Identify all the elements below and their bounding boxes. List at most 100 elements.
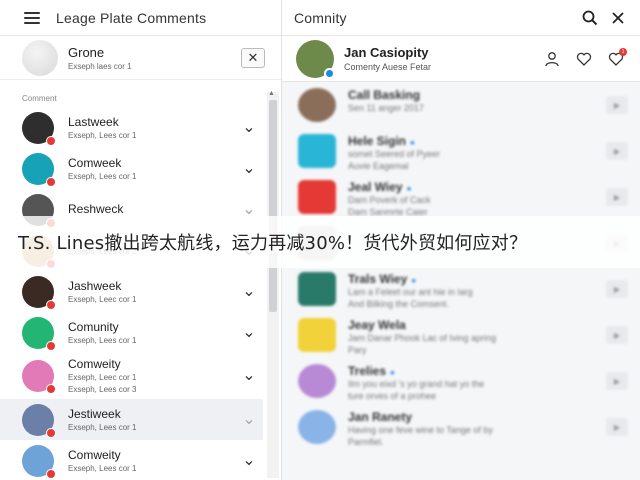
list-item-text: Comweek Exseph, Lees cor 1 <box>68 156 239 182</box>
list-item-text: Reshweck <box>68 202 239 217</box>
avatar <box>22 152 56 187</box>
list-item[interactable]: Comweity Exseph, Leec cor 1 Exseph, Lees c… <box>0 353 281 399</box>
right-topbar: Comnity <box>282 0 640 36</box>
group-header[interactable]: Grone Exseph laes cor 1 ✕ <box>0 36 281 80</box>
avatar <box>22 360 56 394</box>
verified-icon: ● <box>410 138 415 147</box>
chevron-down-icon[interactable]: ⌄ <box>239 411 259 427</box>
close-icon[interactable] <box>604 4 632 32</box>
group-subtitle: Exseph laes cor 1 <box>68 61 132 71</box>
play-button[interactable]: ▶ <box>606 142 628 160</box>
play-button[interactable]: ▶ <box>606 280 628 298</box>
list-item-text: Lastweek Exseph, Lees cor 1 <box>68 115 239 141</box>
message-preview: somet Seered of Pyeer <box>348 149 441 159</box>
play-button[interactable]: ▶ <box>606 188 628 206</box>
message-row[interactable]: Call Basking Sen 11 anger 2017 ▶ <box>282 82 640 128</box>
scrollbar[interactable]: ▲ <box>267 90 279 478</box>
list-item-subtitle: Exseph, Leec cor 1 <box>68 294 137 304</box>
message-row[interactable]: Hele Sigin ● somet Seered of Pyeer Auvie Ea… <box>282 128 640 174</box>
message-row[interactable]: Jeal Wiey ● Dam Poverk of Cack Dam Sanmrte … <box>282 174 640 220</box>
status-badge <box>46 427 56 438</box>
banner-text: T.S. Lines撤出跨太航线，运力再减30%！货代外贸如何应对？ <box>18 233 528 254</box>
list-item[interactable]: Jashweek Exseph, Leec cor 1 ⌄ <box>0 271 281 312</box>
avatar <box>22 444 56 479</box>
list-item[interactable]: Lastweek Exseph, Lees cor 1 ⌄ <box>0 107 281 148</box>
group-avatar <box>22 39 58 76</box>
chevron-down-icon[interactable]: ⌄ <box>239 368 259 384</box>
message-row[interactable]: Jan Ranety Having one feve wine to Tange … <box>282 404 640 450</box>
message-text: Trelies ● Ilm you eixd 's yo grand hat yo … <box>348 364 606 402</box>
list-item[interactable]: Jestiweek Exseph, Lees cor 1 ⌄ <box>0 399 263 440</box>
message-preview: Pary <box>348 345 367 355</box>
message-row[interactable]: Trelies ● Ilm you eixd 's yo grand hat yo … <box>282 358 640 404</box>
scroll-up-icon[interactable]: ▲ <box>268 90 275 97</box>
avatar[interactable] <box>296 39 335 79</box>
list-item-subtitle: Exseph, Lees cor 1 <box>68 463 137 473</box>
chevron-down-icon[interactable]: ⌄ <box>239 201 259 217</box>
list-item-text: Comweity Exseph, Lees cor 1 <box>68 448 239 474</box>
chevron-down-icon[interactable]: ⌄ <box>239 324 259 340</box>
group-name: Grone <box>68 44 105 60</box>
message-author-name: Trals Wiey <box>348 272 408 286</box>
status-badge <box>46 135 56 146</box>
list-item[interactable]: Comweek Exseph, Lees cor 1 ⌄ <box>0 148 281 189</box>
list-item-subtitle: Exseph, Leec cor 1 <box>68 373 137 382</box>
profile-icon[interactable] <box>538 45 566 73</box>
left-topbar: Leage Plate Comments <box>0 0 281 36</box>
list-item-text: Comweity Exseph, Leec cor 1 Exseph, Lees c… <box>68 357 239 395</box>
list-item-subtitle: Exseph, Lees cor 3 <box>68 385 137 394</box>
chevron-down-icon[interactable]: ⌄ <box>239 160 259 176</box>
scroll-thumb[interactable] <box>269 100 277 312</box>
status-badge <box>46 340 56 351</box>
message-author: Jeay Wela <box>348 318 606 332</box>
list-item-name: Comweity <box>68 447 121 462</box>
message-author-name: Hele Sigin <box>348 134 407 148</box>
message-text: Jeal Wiey ● Dam Poverk of Cack Dam Sanmrte … <box>348 180 606 218</box>
menu-icon[interactable] <box>24 11 40 24</box>
list-item[interactable]: Comunity Exseph, Lees cor 1 ⌄ <box>0 312 281 353</box>
chevron-down-icon[interactable]: ⌄ <box>239 452 259 468</box>
list-item-name: Comunity <box>68 319 119 334</box>
list-item-subtitle: Exseph, Lees cor 1 <box>68 335 137 345</box>
avatar <box>298 272 336 306</box>
list-item-name: Jestiweek <box>68 406 121 421</box>
play-button[interactable]: ▶ <box>606 372 628 390</box>
message-preview: And Bilking the Comsent. <box>348 299 450 309</box>
play-button[interactable]: ▶ <box>606 418 628 436</box>
verified-icon: ● <box>411 276 417 285</box>
message-preview: Jam Danar Phook Lac of Iving apring <box>348 333 497 343</box>
verified-icon: ● <box>406 184 412 193</box>
section-label: Comment <box>22 94 57 103</box>
comment-list: Lastweek Exseph, Lees cor 1 ⌄ Comweek Exseph… <box>0 107 281 480</box>
message-preview: Having one feve wine to Tange of by <box>348 425 493 435</box>
message-preview: Sen 11 anger 2017 <box>348 103 424 113</box>
conversation-name: Jan Casiopity <box>344 45 429 60</box>
close-button[interactable]: ✕ <box>241 47 265 68</box>
message-text: Jan Ranety Having one feve wine to Tange … <box>348 410 606 448</box>
message-author-name: Jeay Wela <box>348 318 406 332</box>
heart-icon[interactable] <box>570 45 598 73</box>
list-item-text: Comunity Exseph, Lees cor 1 <box>68 320 239 346</box>
message-text: Jeay Wela Jam Danar Phook Lac of Iving ap… <box>348 318 606 356</box>
play-button[interactable]: ▶ <box>606 96 628 114</box>
play-button[interactable]: ▶ <box>606 326 628 344</box>
message-row[interactable]: Trals Wiey ● Lam a Feleet our ant hie in l… <box>282 266 640 312</box>
message-preview: Ilm you eixd 's yo grand hat yo the <box>348 379 485 389</box>
avatar <box>298 88 336 122</box>
chevron-down-icon[interactable]: ⌄ <box>239 119 259 135</box>
chevron-down-icon[interactable]: ⌄ <box>239 283 259 299</box>
message-author-name: Jeal Wiey <box>348 180 403 194</box>
right-panel-title: Comnity <box>294 9 347 26</box>
message-row[interactable]: Jeay Wela Jam Danar Phook Lac of Iving ap… <box>282 312 640 358</box>
list-item-name: Lastweek <box>68 114 119 129</box>
notification-icon[interactable]: 1 <box>602 45 630 73</box>
message-author-name: Jan Ranety <box>348 410 413 424</box>
list-item-text: Jestiweek Exseph, Lees cor 1 <box>68 407 239 433</box>
verified-icon: ● <box>390 368 395 377</box>
search-icon[interactable] <box>576 4 604 32</box>
list-item[interactable]: Comweity Exseph, Lees cor 1 ⌄ <box>0 440 281 480</box>
message-preview: Auvie Eagemal <box>348 161 409 171</box>
list-item-name: Jashweek <box>68 278 122 293</box>
conversation-subtitle: Comenty Auese Fetar <box>344 62 432 72</box>
avatar <box>298 318 336 352</box>
